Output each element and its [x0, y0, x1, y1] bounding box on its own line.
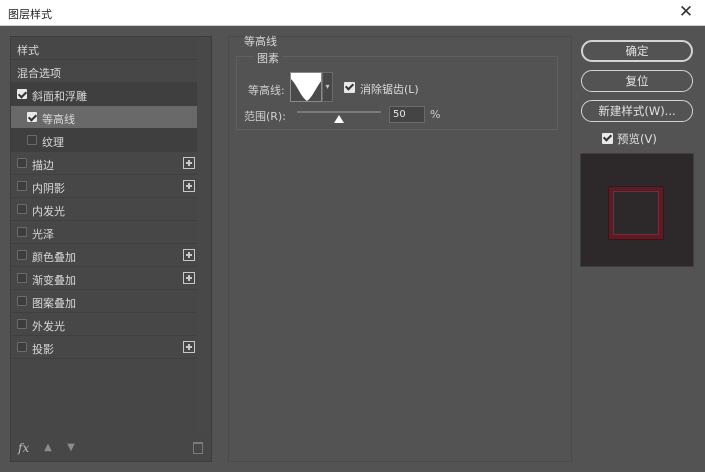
stroke-checkbox[interactable]: [17, 158, 27, 168]
stroke-item[interactable]: 描边: [11, 152, 197, 175]
window-title: 图层样式: [8, 8, 52, 21]
contour-item[interactable]: 等高线: [11, 106, 197, 129]
inner-glow-checkbox[interactable]: [17, 204, 27, 214]
add-stroke-icon[interactable]: [183, 157, 195, 169]
preview-swatch: [580, 153, 694, 267]
pattern-overlay-checkbox[interactable]: [17, 296, 27, 306]
list-scrollbar[interactable]: [198, 37, 210, 432]
outer-glow-label: 外发光: [32, 320, 65, 333]
contour-label: 等高线:: [248, 84, 285, 97]
preview-checkbox[interactable]: [602, 133, 613, 144]
inner-glow-item[interactable]: 内发光: [11, 198, 197, 221]
contour-picker[interactable]: [290, 72, 322, 102]
color-overlay-item[interactable]: 颜色叠加: [11, 244, 197, 267]
drop-shadow-checkbox[interactable]: [17, 342, 27, 352]
ok-button[interactable]: 确定: [581, 40, 693, 62]
stroke-label: 描边: [32, 159, 54, 172]
outer-glow-item[interactable]: 外发光: [11, 313, 197, 336]
bevel-emboss-item[interactable]: 斜面和浮雕: [11, 83, 197, 106]
inner-shadow-label: 内阴影: [32, 182, 65, 195]
range-label: 范围(R):: [244, 110, 286, 123]
range-slider-thumb[interactable]: [334, 115, 344, 123]
blending-options-item[interactable]: 混合选项: [11, 60, 197, 83]
inner-shadow-item[interactable]: 内阴影: [11, 175, 197, 198]
range-input[interactable]: 50: [389, 106, 425, 123]
reset-button[interactable]: 复位: [581, 70, 693, 92]
texture-item[interactable]: 纹理: [11, 129, 197, 152]
blending-options-label: 混合选项: [17, 67, 61, 80]
add-color-overlay-icon[interactable]: [183, 249, 195, 261]
color-overlay-checkbox[interactable]: [17, 250, 27, 260]
chevron-down-icon[interactable]: ▾: [322, 72, 333, 102]
styles-list: 样式 混合选项 斜面和浮雕 等高线 纹理 描边 内阴影 内发光 光泽 颜色叠加 …: [10, 36, 212, 462]
gradient-overlay-label: 渐变叠加: [32, 274, 76, 287]
fx-icon[interactable]: fx: [18, 441, 29, 455]
new-style-button[interactable]: 新建样式(W)...: [581, 100, 693, 122]
add-gradient-overlay-icon[interactable]: [183, 272, 195, 284]
add-drop-shadow-icon[interactable]: [183, 341, 195, 353]
move-up-icon[interactable]: ▲: [43, 443, 53, 453]
gradient-overlay-item[interactable]: 渐变叠加: [11, 267, 197, 290]
satin-checkbox[interactable]: [17, 227, 27, 237]
texture-label: 纹理: [42, 136, 64, 149]
contour-checkbox[interactable]: [27, 112, 37, 122]
title-bar: 图层样式 ✕: [0, 0, 705, 26]
contour-item-label: 等高线: [42, 113, 75, 126]
contour-group-title: 等高线: [244, 35, 277, 48]
color-overlay-label: 颜色叠加: [32, 251, 76, 264]
drop-shadow-label: 投影: [32, 343, 54, 356]
anti-alias-label: 消除锯齿(L): [360, 83, 419, 96]
styles-header[interactable]: 样式: [11, 37, 197, 60]
move-down-icon[interactable]: ▼: [66, 443, 76, 453]
elements-section-title: 图素: [254, 50, 282, 66]
inner-shadow-checkbox[interactable]: [17, 181, 27, 191]
preview-label: 预览(V): [617, 132, 657, 146]
close-icon[interactable]: ✕: [677, 3, 695, 21]
satin-item[interactable]: 光泽: [11, 221, 197, 244]
bevel-emboss-label: 斜面和浮雕: [32, 90, 87, 103]
outer-glow-checkbox[interactable]: [17, 319, 27, 329]
range-slider[interactable]: [297, 111, 381, 123]
styles-header-label: 样式: [17, 44, 39, 57]
trash-icon[interactable]: [193, 442, 203, 454]
inner-glow-label: 内发光: [32, 205, 65, 218]
texture-checkbox[interactable]: [27, 135, 37, 145]
anti-alias-checkbox[interactable]: [344, 82, 355, 93]
list-footer: fx ▲ ▼: [11, 437, 211, 461]
bevel-emboss-checkbox[interactable]: [17, 89, 27, 99]
add-inner-shadow-icon[interactable]: [183, 180, 195, 192]
pattern-overlay-item[interactable]: 图案叠加: [11, 290, 197, 313]
pattern-overlay-label: 图案叠加: [32, 297, 76, 310]
layer-style-dialog: 样式 混合选项 斜面和浮雕 等高线 纹理 描边 内阴影 内发光 光泽 颜色叠加 …: [0, 27, 705, 472]
contour-curve-icon: [291, 73, 321, 101]
preview-frame: [609, 187, 663, 239]
satin-label: 光泽: [32, 228, 54, 241]
gradient-overlay-checkbox[interactable]: [17, 273, 27, 283]
range-unit: %: [430, 108, 441, 121]
drop-shadow-item[interactable]: 投影: [11, 336, 197, 359]
